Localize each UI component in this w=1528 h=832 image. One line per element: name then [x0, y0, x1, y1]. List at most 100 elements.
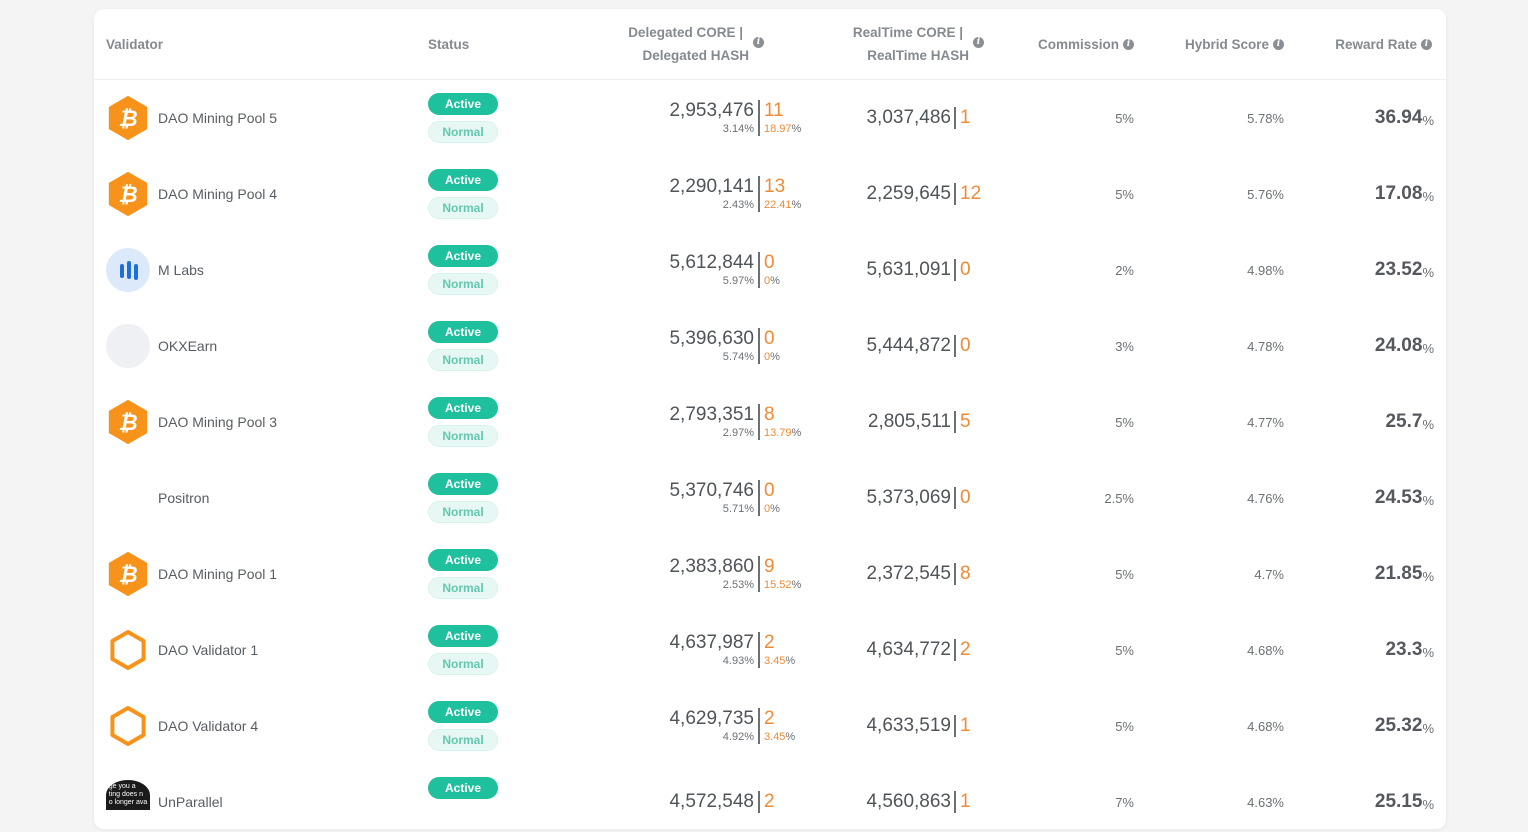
- table-row[interactable]: ₿ DAO Mining Pool 3 Active Normal 2,793,…: [94, 384, 1446, 460]
- validator-name[interactable]: M Labs: [158, 232, 204, 308]
- bitcoin-icon: ₿: [106, 96, 150, 140]
- column-header-reward-rate[interactable]: Reward Rate i: [1284, 9, 1432, 79]
- table-row[interactable]: OKXEarn Active Normal 5,396,630 5.74% 0 …: [94, 308, 1446, 384]
- status-cell: Active Normal: [428, 384, 498, 460]
- delegated-hash-pct-value: 3.45: [764, 655, 786, 667]
- table-row[interactable]: DAO Validator 4 Active Normal 4,629,735 …: [94, 688, 1446, 764]
- realtime-core: 5,373,069: [866, 487, 951, 508]
- column-label: Reward Rate: [1335, 36, 1417, 52]
- delegated-core-pct: 4.93%: [722, 655, 754, 667]
- validator-name[interactable]: DAO Mining Pool 4: [158, 156, 277, 232]
- commission-value: 5%: [1115, 110, 1134, 126]
- delegated-hash: 0: [764, 252, 775, 273]
- validator-name[interactable]: DAO Validator 1: [158, 612, 258, 688]
- health-badge-normal: Normal: [428, 653, 498, 675]
- pct-sign: %: [1422, 568, 1434, 584]
- reward-rate-value: 23.3: [1385, 639, 1423, 660]
- avatar-cell: [106, 308, 150, 384]
- hybrid-score: 4.7%: [1144, 536, 1284, 612]
- column-label-line2: RealTime HASH: [867, 48, 969, 63]
- commission-value: 2%: [1115, 262, 1134, 278]
- commission-value: 5%: [1115, 642, 1134, 658]
- reward-rate-value: 36.94: [1374, 107, 1423, 128]
- table-row[interactable]: ₿ DAO Mining Pool 4 Active Normal 2,290,…: [94, 156, 1446, 232]
- delegated-cell: 5,612,844 5.97% 0 0%: [554, 232, 804, 308]
- column-header-realtime[interactable]: RealTime CORE | RealTime HASH i: [824, 9, 984, 79]
- hybrid-score: 4.98%: [1144, 232, 1284, 308]
- delegated-core: 5,396,630: [669, 328, 754, 349]
- delegated-cell: 4,637,987 4.93% 2 3.45%: [554, 612, 804, 688]
- table-row[interactable]: ₿ DAO Mining Pool 5 Active Normal 2,953,…: [94, 80, 1446, 156]
- reward-rate-value: 17.08: [1374, 183, 1423, 204]
- svg-text:₿: ₿: [118, 411, 137, 436]
- hybrid-score: 4.76%: [1144, 460, 1284, 536]
- validator-name-text: DAO Mining Pool 4: [158, 186, 278, 202]
- hybrid-score-value: 4.78%: [1247, 338, 1284, 354]
- hybrid-score-value: 4.68%: [1247, 718, 1284, 734]
- column-label: Commission: [1037, 36, 1119, 52]
- table-row[interactable]: DAO Validator 1 Active Normal 4,637,987 …: [94, 612, 1446, 688]
- delegated-core: 5,612,844: [669, 252, 754, 273]
- reward-rate-value: 25.32: [1374, 715, 1423, 736]
- info-icon[interactable]: i: [753, 36, 764, 48]
- validator-name[interactable]: DAO Validator 4: [158, 688, 258, 764]
- delegated-hash-pct: 0%: [764, 350, 780, 364]
- column-header-hybrid-score[interactable]: Hybrid Score i: [1144, 9, 1284, 79]
- realtime-hash: 0: [954, 259, 984, 281]
- info-icon[interactable]: i: [1123, 38, 1134, 50]
- validator-name[interactable]: OKXEarn: [158, 308, 217, 384]
- validator-name[interactable]: DAO Mining Pool 1: [158, 536, 277, 612]
- health-badge-normal: Normal: [428, 501, 498, 523]
- status-cell: Active Normal: [428, 688, 498, 764]
- commission: 5%: [994, 384, 1134, 460]
- avatar-empty: [106, 476, 150, 520]
- realtime-core: 2,805,511: [867, 411, 951, 432]
- validator-name[interactable]: Positron: [158, 460, 209, 536]
- delegated-cell: 5,370,746 5.71% 0 0%: [554, 460, 804, 536]
- delegated-core: 2,290,141: [669, 176, 754, 197]
- health-badge-normal: Normal: [428, 197, 498, 219]
- delegated-hash: 2: [764, 632, 775, 653]
- delegated-hash: 11: [764, 100, 784, 121]
- delegated-core-pct: 2.97%: [722, 427, 754, 439]
- pct-sign: %: [1422, 492, 1434, 508]
- delegated-core: 4,637,987: [669, 632, 754, 653]
- status-cell: Active Normal: [428, 460, 498, 536]
- table-row[interactable]: Positron Active Normal 5,370,746 5.71% 0…: [94, 460, 1446, 536]
- table-row[interactable]: ge you a ting does n o longer ava UnPara…: [94, 764, 1446, 829]
- avatar-cell: [106, 688, 150, 764]
- validator-name[interactable]: DAO Mining Pool 5: [158, 80, 277, 156]
- status-badge-active: Active: [428, 93, 498, 115]
- commission: 3%: [994, 308, 1134, 384]
- realtime-core: 4,634,772: [866, 639, 951, 660]
- reward-rate: 23.3%: [1284, 612, 1434, 688]
- table-row[interactable]: M Labs Active Normal 5,612,844 5.97% 0 0…: [94, 232, 1446, 308]
- pct-sign: %: [1422, 112, 1434, 128]
- column-label: Status: [428, 36, 470, 52]
- info-icon[interactable]: i: [1421, 38, 1432, 50]
- realtime-hash: 0: [954, 335, 984, 357]
- status-cell: Active Normal: [428, 308, 498, 384]
- hybrid-score-value: 4.77%: [1247, 414, 1284, 430]
- delegated-hash: 0: [764, 328, 775, 349]
- broken-image-avatar: ge you a ting does n o longer ava: [106, 780, 150, 810]
- svg-text:₿: ₿: [118, 563, 137, 588]
- reward-rate: 17.08%: [1284, 156, 1434, 232]
- commission-value: 2.5%: [1104, 490, 1134, 506]
- reward-rate: 36.94%: [1284, 80, 1434, 156]
- table-row[interactable]: ₿ DAO Mining Pool 1 Active Normal 2,383,…: [94, 536, 1446, 612]
- column-header-validator[interactable]: Validator: [106, 9, 163, 79]
- column-header-status[interactable]: Status: [428, 9, 469, 79]
- info-icon[interactable]: i: [973, 36, 984, 48]
- info-icon[interactable]: i: [1273, 38, 1284, 50]
- delegated-hash: 8: [764, 404, 775, 425]
- realtime-core: 2,372,545: [866, 563, 951, 584]
- realtime-cell: 5,444,872 0: [784, 308, 984, 384]
- delegated-cell: 2,290,141 2.43% 13 22.41%: [554, 156, 804, 232]
- validator-name[interactable]: DAO Mining Pool 3: [158, 384, 277, 460]
- validator-name[interactable]: UnParallel: [158, 764, 223, 829]
- column-header-commission[interactable]: Commission i: [994, 9, 1134, 79]
- column-header-delegated[interactable]: Delegated CORE | Delegated HASH i: [604, 9, 764, 79]
- avatar-cell: ge you a ting does n o longer ava: [106, 764, 150, 829]
- reward-rate-value: 24.53: [1374, 487, 1423, 508]
